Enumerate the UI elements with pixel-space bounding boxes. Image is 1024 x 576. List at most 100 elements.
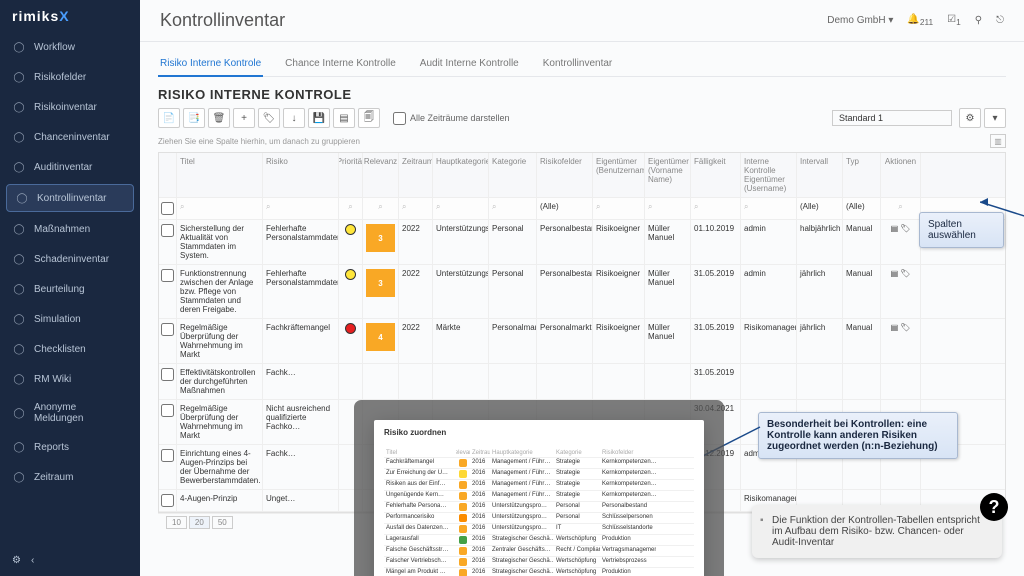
sidebar-item-checklisten[interactable]: ◯Checklisten xyxy=(0,334,140,364)
column-filter[interactable]: ⌕ xyxy=(399,198,433,219)
all-periods-checkbox[interactable]: Alle Zeiträume darstellen xyxy=(393,112,510,125)
sidebar-item-zeitraum[interactable]: ◯Zeitraum xyxy=(0,462,140,492)
column-filter[interactable]: ⌕ xyxy=(489,198,537,219)
modal-row[interactable]: Zur Erreichung der U…2016Management / Fü… xyxy=(384,469,694,480)
new-button[interactable]: 📄 xyxy=(158,108,180,128)
callout-columns: Spalten auswählen xyxy=(919,212,1004,248)
column-header[interactable]: Intervall xyxy=(797,153,843,197)
column-filter[interactable]: ⌕ xyxy=(741,198,797,219)
page-size-button[interactable]: 50 xyxy=(212,516,233,529)
column-filter[interactable] xyxy=(159,198,177,219)
delete-button[interactable]: 🗑 xyxy=(208,108,230,128)
view-settings-icon[interactable]: ⚙ xyxy=(959,108,981,128)
tab[interactable]: Risiko Interne Kontrole xyxy=(158,52,263,77)
column-header[interactable]: Typ xyxy=(843,153,881,197)
save-button[interactable]: 💾 xyxy=(308,108,330,128)
column-filter[interactable]: (Alle) xyxy=(797,198,843,219)
column-filter[interactable]: ⌕ xyxy=(691,198,741,219)
sidebar-item-risikofelder[interactable]: ◯Risikofelder xyxy=(0,62,140,92)
modal-row[interactable]: Performancerisiko2016Unterstützungspro…P… xyxy=(384,513,694,524)
table-row[interactable]: Regelmäßige Überprüfung der Wahrnehmung … xyxy=(159,319,1005,364)
column-filter[interactable]: (Alle) xyxy=(843,198,881,219)
sidebar-item-beurteilung[interactable]: ◯Beurteilung xyxy=(0,274,140,304)
bell-icon[interactable]: 🔔211 xyxy=(907,14,933,27)
page-size-button[interactable]: 10 xyxy=(166,516,187,529)
modal-row[interactable]: Fehlerhafte Persona…2016Unterstützungspr… xyxy=(384,502,694,513)
export-button[interactable]: ▤ xyxy=(333,108,355,128)
help-icon[interactable]: ? xyxy=(980,493,1008,521)
sidebar-item-rm wiki[interactable]: ◯RM Wiki xyxy=(0,364,140,394)
tasks-icon[interactable]: ☑1 xyxy=(947,14,961,27)
nav-icon: ◯ xyxy=(12,40,26,54)
table-row[interactable]: Effektivitätskontrollen der durchgeführt… xyxy=(159,364,1005,400)
row-action-icon[interactable]: ▤ xyxy=(891,224,899,233)
column-filter[interactable]: ⌕ xyxy=(593,198,645,219)
modal-row[interactable]: Falscher Vertriebsch…2016Strategischer G… xyxy=(384,557,694,568)
settings-icon[interactable]: ⚙ xyxy=(12,555,21,566)
sidebar-item-anonyme meldungen[interactable]: ◯Anonyme Meldungen xyxy=(0,394,140,432)
tab[interactable]: Chance Interne Kontrolle xyxy=(283,52,398,76)
download-button[interactable]: ↓ xyxy=(283,108,305,128)
view-dropdown-icon[interactable]: ▾ xyxy=(984,108,1006,128)
column-header[interactable]: Hauptkategorie xyxy=(433,153,489,197)
column-header[interactable]: Eigentümer (Benutzername) xyxy=(593,153,645,197)
page-size-button[interactable]: 20 xyxy=(189,516,210,529)
column-header[interactable]: Titel xyxy=(177,153,263,197)
column-chooser-button[interactable]: ▥ xyxy=(990,134,1006,148)
column-header[interactable]: Relevanz xyxy=(363,153,399,197)
sidebar-item-workflow[interactable]: ◯Workflow xyxy=(0,32,140,62)
modal-row[interactable]: Fachkräftemangel2016Management / Führ…St… xyxy=(384,458,694,469)
column-header[interactable]: Priorität xyxy=(339,153,363,197)
sidebar-item-chanceninventar[interactable]: ◯Chanceninventar xyxy=(0,122,140,152)
table-row[interactable]: Funktionstrennung zwischen der Anlage bz… xyxy=(159,265,1005,319)
collapse-icon[interactable]: ‹ xyxy=(31,555,34,566)
modal-row[interactable]: Lagerausfall2016Strategischer Geschä…Wer… xyxy=(384,535,694,546)
tab[interactable]: Kontrollinventar xyxy=(541,52,614,76)
row-action-icon[interactable]: ▤ xyxy=(891,323,899,332)
column-header[interactable]: Fälligkeit xyxy=(691,153,741,197)
view-select[interactable]: Standard 1 xyxy=(832,110,952,126)
modal-row[interactable]: Ausfall des Datenzen…2016Unterstützungsp… xyxy=(384,524,694,535)
modal-row[interactable]: Ungenügende Kern…2016Management / Führ…S… xyxy=(384,491,694,502)
users-icon[interactable]: ⚲ xyxy=(975,15,982,26)
sidebar-item-schadeninventar[interactable]: ◯Schadeninventar xyxy=(0,244,140,274)
sidebar-item-maßnahmen[interactable]: ◯Maßnahmen xyxy=(0,214,140,244)
column-header[interactable]: Kategorie xyxy=(489,153,537,197)
copy-button[interactable]: 📑 xyxy=(183,108,205,128)
row-tag-icon[interactable]: 🏷 xyxy=(900,323,910,332)
column-filter[interactable]: ⌕ xyxy=(339,198,363,219)
sidebar-item-auditinventar[interactable]: ◯Auditinventar xyxy=(0,152,140,182)
logout-icon[interactable]: ⎋ xyxy=(996,15,1004,26)
sidebar-item-simulation[interactable]: ◯Simulation xyxy=(0,304,140,334)
column-filter[interactable]: ⌕ xyxy=(263,198,339,219)
add-button[interactable]: + xyxy=(233,108,255,128)
column-header[interactable]: Interne Kontrolle Eigentümer (Username) xyxy=(741,153,797,197)
table-row[interactable]: Sicherstellung der Aktualität von Stammd… xyxy=(159,220,1005,265)
print-button[interactable]: 🗐 xyxy=(358,108,380,128)
org-selector[interactable]: Demo GmbH ▾ xyxy=(827,15,893,26)
column-header[interactable]: Aktionen xyxy=(881,153,921,197)
column-header[interactable]: Zeitraum xyxy=(399,153,433,197)
sidebar-item-kontrollinventar[interactable]: ◯Kontrollinventar xyxy=(6,184,134,212)
column-header[interactable]: Eigentümer (Vorname Name) xyxy=(645,153,691,197)
row-tag-icon[interactable]: 🏷 xyxy=(900,269,910,278)
column-header[interactable]: Risikofelder xyxy=(537,153,593,197)
column-header[interactable]: Risiko xyxy=(263,153,339,197)
tab[interactable]: Audit Interne Kontrolle xyxy=(418,52,521,76)
sidebar-item-reports[interactable]: ◯Reports xyxy=(0,432,140,462)
column-filter[interactable]: ⌕ xyxy=(177,198,263,219)
modal-row[interactable]: Mängel am Produkt …2016Strategischer Ges… xyxy=(384,568,694,576)
column-filter[interactable]: ⌕ xyxy=(433,198,489,219)
column-filter[interactable]: ⌕ xyxy=(645,198,691,219)
modal-row[interactable]: Falsche Geschäftsstr…2016Zentraler Gesch… xyxy=(384,546,694,557)
sidebar-item-risikoinventar[interactable]: ◯Risikoinventar xyxy=(0,92,140,122)
tag-button[interactable]: 🏷 xyxy=(258,108,280,128)
row-tag-icon[interactable]: 🏷 xyxy=(900,224,910,233)
column-header[interactable] xyxy=(159,153,177,197)
modal-row[interactable]: Risiken aus der Einf…2016Management / Fü… xyxy=(384,480,694,491)
column-filter[interactable]: ⌕ xyxy=(363,198,399,219)
column-filter[interactable]: ⌕ xyxy=(881,198,921,219)
column-filter[interactable]: (Alle) xyxy=(537,198,593,219)
row-action-icon[interactable]: ▤ xyxy=(891,269,899,278)
nav-icon: ◯ xyxy=(12,372,26,386)
